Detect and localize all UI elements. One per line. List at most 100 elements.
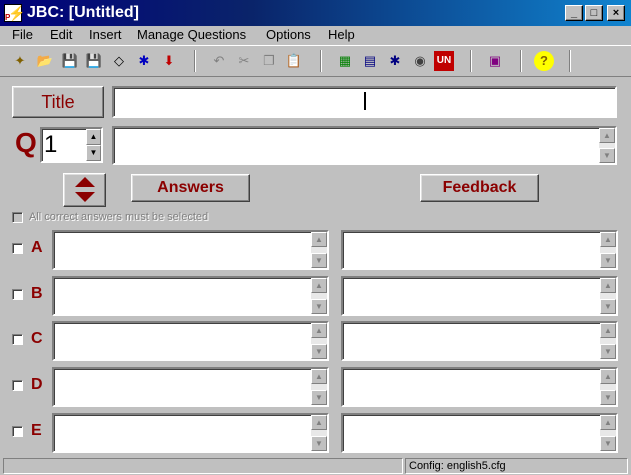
- copy-icon[interactable]: ❐: [259, 51, 279, 71]
- feedback-scrollbar[interactable]: ▲ ▼: [600, 323, 616, 359]
- scroll-down-button[interactable]: ▼: [311, 344, 327, 359]
- spin-up-button[interactable]: ▲: [86, 129, 101, 145]
- answer-scrollbar[interactable]: ▲ ▼: [311, 415, 327, 451]
- close-button[interactable]: ×: [607, 5, 625, 21]
- undo-icon[interactable]: ↶: [209, 51, 229, 71]
- eraser-icon[interactable]: ◇: [109, 51, 129, 71]
- help-icon[interactable]: ?: [534, 51, 554, 71]
- answer-b-correct-checkbox[interactable]: [12, 289, 23, 300]
- scroll-down-button[interactable]: ▼: [311, 436, 327, 451]
- toolbar-separator: [520, 50, 522, 72]
- feedback-button[interactable]: Feedback: [420, 174, 539, 202]
- question-number-spinner[interactable]: 1 ▲ ▼: [40, 127, 103, 163]
- scroll-up-button[interactable]: ▲: [600, 415, 616, 430]
- menu-bar: File Edit Insert Manage Questions Option…: [0, 26, 631, 45]
- title-input[interactable]: [112, 86, 617, 118]
- save-icon[interactable]: 💾: [60, 51, 80, 71]
- answer-a-input[interactable]: ▲ ▼: [52, 230, 329, 270]
- scroll-down-button[interactable]: ▼: [311, 390, 327, 405]
- feedback-scrollbar[interactable]: ▲ ▼: [600, 369, 616, 405]
- answer-d-input[interactable]: ▲ ▼: [52, 367, 329, 407]
- title-bar: ⚡ P JBC: [Untitled] _ □ ×: [0, 0, 631, 26]
- export-hot-icon[interactable]: ✱: [385, 51, 405, 71]
- feedback-c-input[interactable]: ▲ ▼: [341, 321, 618, 361]
- menu-insert[interactable]: Insert: [89, 27, 122, 42]
- answer-c-correct-checkbox[interactable]: [12, 334, 23, 345]
- scroll-up-button[interactable]: ▲: [600, 323, 616, 338]
- scroll-down-button[interactable]: ▼: [599, 148, 615, 163]
- answer-b-input[interactable]: ▲ ▼: [52, 276, 329, 316]
- answer-c-input[interactable]: ▲ ▼: [52, 321, 329, 361]
- paste-icon[interactable]: 📋: [284, 51, 304, 71]
- scroll-down-button[interactable]: ▼: [600, 299, 616, 314]
- scroll-down-button[interactable]: ▼: [600, 390, 616, 405]
- scroll-down-button[interactable]: ▼: [600, 344, 616, 359]
- scroll-up-button[interactable]: ▲: [600, 369, 616, 384]
- scroll-up-button[interactable]: ▲: [599, 128, 615, 143]
- feedback-scrollbar[interactable]: ▲ ▼: [600, 278, 616, 314]
- answer-letter-label: C: [31, 330, 43, 347]
- web-icon[interactable]: ✱: [134, 51, 154, 71]
- cut-icon[interactable]: ✂: [234, 51, 254, 71]
- answer-e-input[interactable]: ▲ ▼: [52, 413, 329, 453]
- app-icon[interactable]: ⚡ P: [4, 4, 25, 22]
- title-button[interactable]: Title: [12, 86, 104, 118]
- question-number-value: 1: [44, 131, 58, 158]
- scroll-down-button[interactable]: ▼: [600, 253, 616, 268]
- feedback-a-input[interactable]: ▲ ▼: [341, 230, 618, 270]
- scroll-down-button[interactable]: ▼: [600, 436, 616, 451]
- scroll-up-button[interactable]: ▲: [311, 369, 327, 384]
- toolbar-separator: [320, 50, 322, 72]
- spin-down-button[interactable]: ▼: [86, 145, 101, 161]
- scroll-down-button[interactable]: ▼: [311, 253, 327, 268]
- menu-manage-questions[interactable]: Manage Questions: [137, 27, 246, 42]
- feedback-d-input[interactable]: ▲ ▼: [341, 367, 618, 407]
- open-icon[interactable]: 📂: [35, 51, 55, 71]
- down-arrow-icon[interactable]: ⬇: [159, 51, 179, 71]
- unicode-icon[interactable]: UN: [434, 51, 454, 71]
- menu-edit[interactable]: Edit: [50, 27, 72, 42]
- answer-scrollbar[interactable]: ▲ ▼: [311, 278, 327, 314]
- export-cd-icon[interactable]: ◉: [410, 51, 430, 71]
- maximize-button[interactable]: □: [585, 5, 603, 21]
- answer-scrollbar[interactable]: ▲ ▼: [311, 369, 327, 405]
- answer-e-correct-checkbox[interactable]: [12, 426, 23, 437]
- save-as-icon[interactable]: 💾: [84, 51, 104, 71]
- status-bar: Config: english5.cfg: [0, 456, 631, 475]
- toolbar: ✦ 📂 💾 💾 ◇ ✱ ⬇ ↶ ✂ ❐ 📋 ▦ ▤ ✱ ◉ UN ▣ ?: [0, 45, 631, 77]
- answer-scrollbar[interactable]: ▲ ▼: [311, 232, 327, 268]
- scroll-up-button[interactable]: ▲: [600, 232, 616, 247]
- feedback-b-input[interactable]: ▲ ▼: [341, 276, 618, 316]
- menu-options[interactable]: Options: [266, 27, 311, 42]
- answer-letter-label: E: [31, 422, 42, 439]
- question-text-input[interactable]: ▲ ▼: [112, 126, 617, 165]
- reorder-answers-button[interactable]: [63, 173, 106, 207]
- menu-file[interactable]: File: [12, 27, 33, 42]
- scroll-up-button[interactable]: ▲: [311, 232, 327, 247]
- menu-help[interactable]: Help: [328, 27, 355, 42]
- answer-scrollbar[interactable]: ▲ ▼: [311, 323, 327, 359]
- answer-a-correct-checkbox[interactable]: [12, 243, 23, 254]
- scroll-up-button[interactable]: ▲: [600, 278, 616, 293]
- scroll-up-button[interactable]: ▲: [311, 415, 327, 430]
- export-page-icon[interactable]: ▤: [360, 51, 380, 71]
- question-scrollbar[interactable]: ▲ ▼: [599, 128, 615, 163]
- window-title: JBC: [Untitled]: [27, 4, 139, 21]
- feedback-scrollbar[interactable]: ▲ ▼: [600, 232, 616, 268]
- feedback-e-input[interactable]: ▲ ▼: [341, 413, 618, 453]
- export-web-icon[interactable]: ▦: [335, 51, 355, 71]
- answer-d-correct-checkbox[interactable]: [12, 380, 23, 391]
- toolbar-separator: [470, 50, 472, 72]
- minimize-button[interactable]: _: [565, 5, 583, 21]
- scroll-up-button[interactable]: ▲: [311, 323, 327, 338]
- answer-letter-label: B: [31, 285, 43, 302]
- scroll-up-button[interactable]: ▲: [311, 278, 327, 293]
- scroll-down-button[interactable]: ▼: [311, 299, 327, 314]
- all-correct-checkbox[interactable]: [12, 212, 23, 223]
- answers-button[interactable]: Answers: [131, 174, 250, 202]
- new-icon[interactable]: ✦: [10, 51, 30, 71]
- feedback-scrollbar[interactable]: ▲ ▼: [600, 415, 616, 451]
- text-cursor: [364, 92, 366, 110]
- toolbar-separator: [569, 50, 571, 72]
- config-icon[interactable]: ▣: [485, 51, 505, 71]
